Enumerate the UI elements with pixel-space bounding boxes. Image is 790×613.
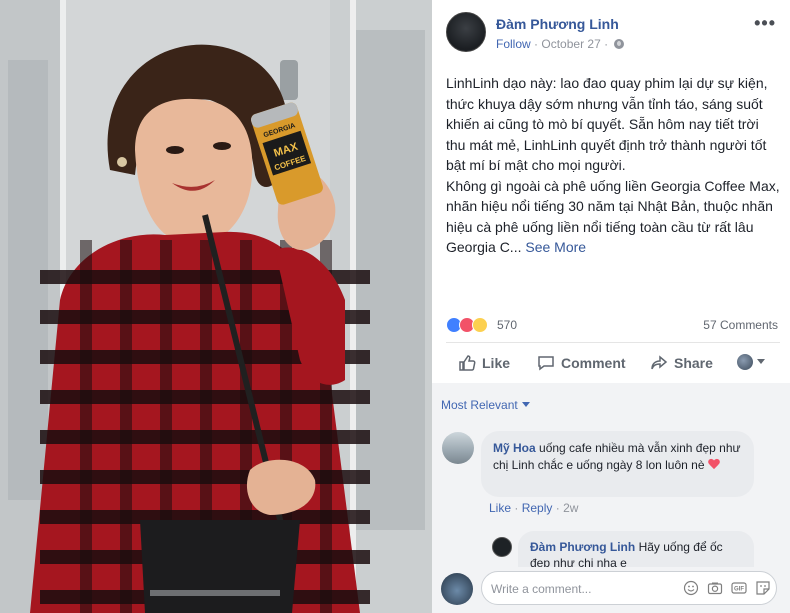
globe-icon: [614, 39, 625, 49]
reply-bubble: Đàm Phương Linh Hãy uống để ốc đẹp như c…: [518, 531, 754, 569]
post-text: LinhLinh dạo này: lao đao quay phim lại …: [446, 73, 780, 258]
haha-reaction-icon: [472, 317, 488, 333]
post-paragraph-2-text: Không gì ngoài cà phê uống liền Georgia …: [446, 177, 780, 256]
share-label: Share: [674, 355, 713, 371]
see-more-link[interactable]: See More: [525, 239, 586, 255]
comment-placeholder: Write a comment...: [491, 582, 592, 596]
svg-text:GIF: GIF: [734, 587, 744, 593]
post-paragraph-1: LinhLinh dạo này: lao đao quay phim lại …: [446, 75, 768, 173]
comment-like-link[interactable]: Like: [489, 501, 511, 515]
comment-button[interactable]: Comment: [537, 354, 626, 372]
share-icon: [651, 355, 668, 370]
reactions-bar: 570 57 Comments: [446, 316, 780, 334]
chevron-down-icon: [757, 359, 765, 364]
gif-icon[interactable]: GIF: [731, 580, 747, 596]
author-avatar[interactable]: [446, 12, 486, 52]
camera-icon[interactable]: [707, 580, 723, 596]
more-options-icon[interactable]: •••: [754, 14, 776, 32]
comment-dot-2: ·: [555, 501, 560, 515]
commenter-avatar[interactable]: [442, 432, 474, 464]
current-user-avatar[interactable]: [441, 573, 473, 605]
post-header: Đàm Phương Linh Follow · October 27 · ••…: [446, 12, 780, 56]
photo-illustration: GEORGIA MAX COFFEE: [0, 0, 432, 613]
post-paragraph-2: Không gì ngoài cà phê uống liền Georgia …: [446, 176, 780, 258]
meta-separator-2: ·: [604, 37, 609, 51]
follow-link[interactable]: Follow: [496, 37, 531, 51]
share-button[interactable]: Share: [650, 354, 713, 372]
post-meta: Follow · October 27 ·: [496, 37, 625, 51]
sticker-icon[interactable]: [755, 580, 771, 596]
comment-composer-bar: Write a comment... GIF: [432, 567, 790, 613]
comment-actions: Like · Reply · 2w: [489, 501, 578, 515]
post-panel: Đàm Phương Linh Follow · October 27 · ••…: [432, 0, 790, 613]
post-date[interactable]: October 27: [541, 37, 600, 51]
reaction-count[interactable]: 570: [497, 318, 517, 332]
thumbs-up-icon: [459, 355, 476, 371]
commenter-name[interactable]: Mỹ Hoa: [493, 441, 536, 455]
sort-label: Most Relevant: [441, 398, 518, 412]
reply-avatar[interactable]: [492, 537, 512, 557]
comment-input[interactable]: Write a comment... GIF: [481, 571, 777, 605]
heart-emoji-icon: [708, 459, 720, 470]
profile-globe-icon: [737, 354, 753, 370]
comment-label: Comment: [561, 355, 626, 371]
author-name[interactable]: Đàm Phương Linh: [496, 16, 619, 32]
comments-count[interactable]: 57 Comments: [703, 318, 778, 332]
sort-chevron-icon: [521, 402, 530, 407]
reply-author-name[interactable]: Đàm Phương Linh: [530, 540, 635, 554]
comment-time[interactable]: 2w: [563, 501, 578, 515]
post-actions: Like Comment Share: [446, 348, 780, 380]
divider-top: [446, 342, 780, 343]
comment-reply-link[interactable]: Reply: [522, 501, 553, 515]
sort-comments[interactable]: Most Relevant: [441, 398, 530, 412]
comment-icon: [538, 356, 554, 371]
audience-selector[interactable]: [737, 354, 765, 370]
post-photo[interactable]: GEORGIA MAX COFFEE: [0, 0, 432, 613]
like-label: Like: [482, 355, 511, 371]
comment-dot: ·: [514, 501, 519, 515]
like-button[interactable]: Like: [458, 354, 510, 372]
meta-separator: ·: [534, 37, 539, 51]
emoji-icon[interactable]: [683, 580, 699, 596]
comment-bubble: Mỹ Hoa uống cafe nhiều mà vẫn xinh đẹp n…: [481, 431, 754, 497]
